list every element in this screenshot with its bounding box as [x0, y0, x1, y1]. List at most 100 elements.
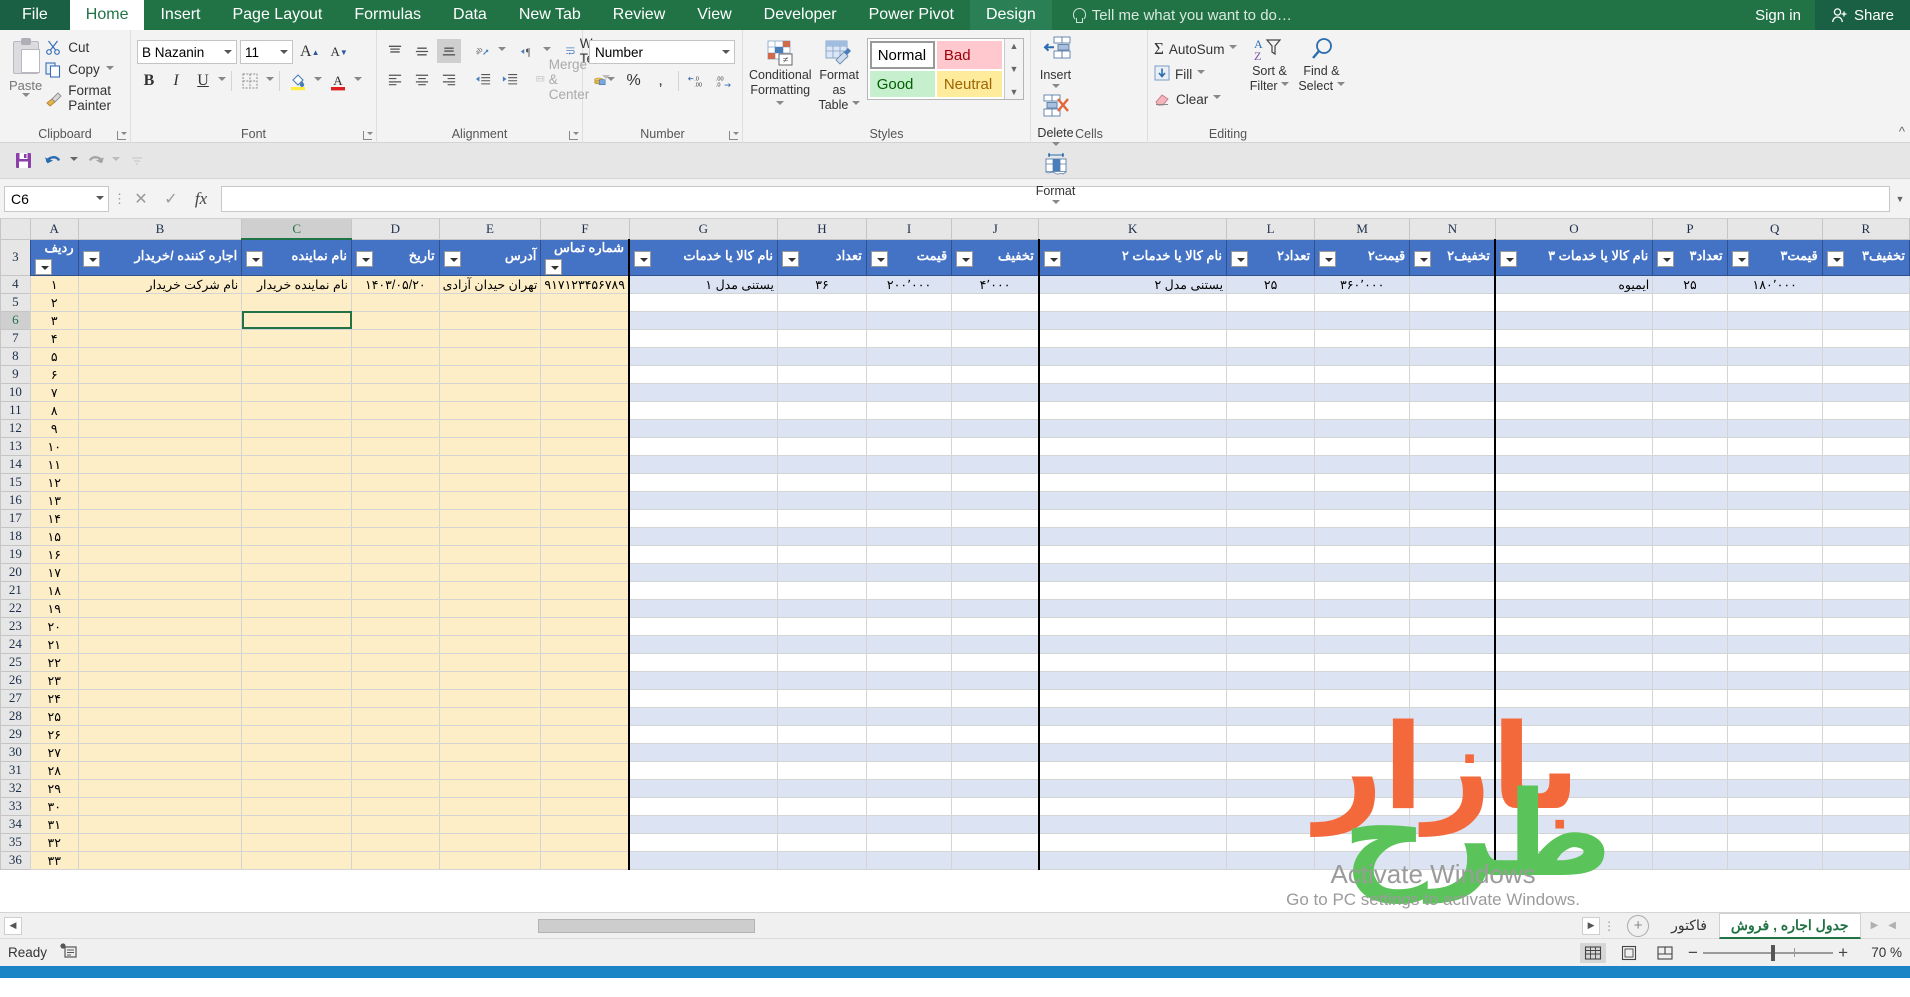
grid-cell-n19[interactable]: [1409, 544, 1496, 564]
table-row[interactable]: ۲۸ 31: [0, 760, 1910, 780]
text-direction-dropdown-icon[interactable]: [543, 47, 551, 55]
cell-style-normal[interactable]: Normal: [869, 41, 935, 69]
grid-cell-d15[interactable]: [351, 472, 440, 492]
column-header-g[interactable]: G: [628, 219, 779, 240]
grid-cell-n7[interactable]: [1409, 328, 1496, 348]
name-box[interactable]: C6: [4, 185, 109, 212]
grid-cell-m11[interactable]: [1314, 400, 1411, 420]
grid-cell-b36[interactable]: [77, 850, 243, 870]
grid-cell-e29[interactable]: [438, 724, 542, 744]
column-header-m[interactable]: M: [1314, 219, 1411, 240]
grid-cell-q24[interactable]: [1726, 634, 1823, 654]
grid-cell-i10[interactable]: [865, 382, 953, 402]
grid-cell-q28[interactable]: [1726, 706, 1823, 726]
grid-cell-q32[interactable]: [1726, 778, 1823, 798]
grid-cell-c17[interactable]: [241, 508, 353, 528]
grid-cell-p16[interactable]: [1652, 490, 1728, 510]
row-header-20[interactable]: 20: [0, 562, 31, 582]
grid-cell-o10[interactable]: [1494, 382, 1654, 402]
grid-cell-l25[interactable]: [1226, 652, 1316, 672]
grid-cell-l27[interactable]: [1226, 688, 1316, 708]
table-row[interactable]: ۱۱ 14: [0, 454, 1910, 474]
grid-cell-r36[interactable]: [1821, 850, 1910, 870]
grid-cell-r22[interactable]: [1821, 598, 1910, 618]
grid-cell-c19[interactable]: [241, 544, 353, 564]
grid-cell-p18[interactable]: [1652, 526, 1728, 546]
grid-cell-o19[interactable]: [1494, 544, 1654, 564]
grid-cell-r24[interactable]: [1821, 634, 1910, 654]
grid-cell-d13[interactable]: [351, 436, 440, 456]
filter-dropdown-icon[interactable]: [1657, 250, 1675, 267]
grid-cell-p31[interactable]: [1652, 760, 1728, 780]
grid-cell-h14[interactable]: [777, 454, 867, 474]
table-row[interactable]: ۱۸۰٬۰۰۰ ۲۵ ایمیوه ۳۶۰٬۰۰۰ ۲۵ یستنی مدل ۲ ۴٬۰۰۰…: [0, 274, 1910, 294]
grid-cell-f31[interactable]: [540, 760, 630, 780]
table-row[interactable]: ۱۸ 21: [0, 580, 1910, 600]
grid-cell-l21[interactable]: [1226, 580, 1316, 600]
grid-cell-o11[interactable]: [1494, 400, 1654, 420]
table-row[interactable]: ۲۲ 25: [0, 652, 1910, 672]
grid-cell-j4[interactable]: ۴٬۰۰۰: [951, 274, 1040, 294]
grid-cell-b17[interactable]: [77, 508, 243, 528]
grid-cell-f17[interactable]: [540, 508, 630, 528]
grid-cell-n29[interactable]: [1409, 724, 1496, 744]
grid-cell-l34[interactable]: [1226, 814, 1316, 834]
grid-cell-h19[interactable]: [777, 544, 867, 564]
grid-cell-k12[interactable]: [1037, 418, 1228, 438]
font-color-button[interactable]: A: [325, 69, 351, 93]
grid-cell-l12[interactable]: [1226, 418, 1316, 438]
table-header-cell-f[interactable]: شماره تماس: [540, 238, 630, 276]
grid-cell-g26[interactable]: [628, 670, 779, 690]
grid-cell-d18[interactable]: [351, 526, 440, 546]
grid-cell-j7[interactable]: [951, 328, 1040, 348]
grid-cell-c22[interactable]: [241, 598, 353, 618]
grid-cell-p36[interactable]: [1652, 850, 1728, 870]
grid-cell-f7[interactable]: [540, 328, 630, 348]
grid-cell-g20[interactable]: [628, 562, 779, 582]
grid-cell-m35[interactable]: [1314, 832, 1411, 852]
grid-cell-j34[interactable]: [951, 814, 1040, 834]
grid-cell-e10[interactable]: [438, 382, 542, 402]
grid-cell-n27[interactable]: [1409, 688, 1496, 708]
grid-cell-b5[interactable]: [77, 292, 243, 312]
row-header-32[interactable]: 32: [0, 778, 31, 798]
row-header-7[interactable]: 7: [0, 328, 31, 348]
grid-cell-d32[interactable]: [351, 778, 440, 798]
grid-cell-d34[interactable]: [351, 814, 440, 834]
grid-cell-n28[interactable]: [1409, 706, 1496, 726]
row-header-13[interactable]: 13: [0, 436, 31, 456]
underline-button[interactable]: U: [191, 69, 215, 93]
grid-cell-g13[interactable]: [628, 436, 779, 456]
grid-cell-g27[interactable]: [628, 688, 779, 708]
grid-cell-p25[interactable]: [1652, 652, 1728, 672]
orientation-button[interactable]: ab: [471, 39, 495, 63]
grid-cell-d6[interactable]: [351, 310, 440, 330]
grid-cell-r35[interactable]: [1821, 832, 1910, 852]
grid-cell-h24[interactable]: [777, 634, 867, 654]
grid-cell-j11[interactable]: [951, 400, 1040, 420]
table-header-cell-a[interactable]: ردیف: [29, 238, 79, 276]
grid-cell-o23[interactable]: [1494, 616, 1654, 636]
zoom-track[interactable]: [1702, 944, 1834, 961]
grid-cell-n21[interactable]: [1409, 580, 1496, 600]
table-row[interactable]: ۵8: [0, 346, 1910, 366]
grid-cell-b33[interactable]: [77, 796, 243, 816]
grid-cell-m12[interactable]: [1314, 418, 1411, 438]
grid-cell-q19[interactable]: [1726, 544, 1823, 564]
grid-cell-k33[interactable]: [1037, 796, 1228, 816]
grid-cell-b20[interactable]: [77, 562, 243, 582]
table-header-cell-i[interactable]: قیمت: [865, 238, 953, 276]
grid-cell-e34[interactable]: [438, 814, 542, 834]
grid-cell-a18[interactable]: ۱۵: [29, 526, 79, 546]
grid-cell-g16[interactable]: [628, 490, 779, 510]
grid-cell-a30[interactable]: ۲۷: [29, 742, 79, 762]
sign-in-button[interactable]: Sign in: [1741, 0, 1815, 30]
grid-cell-b9[interactable]: [77, 364, 243, 384]
font-name-input[interactable]: B Nazanin: [137, 40, 237, 64]
grid-cell-e8[interactable]: [438, 346, 542, 366]
grid-cell-e24[interactable]: [438, 634, 542, 654]
grid-cell-o13[interactable]: [1494, 436, 1654, 456]
grid-cell-c33[interactable]: [241, 796, 353, 816]
grid-cell-d9[interactable]: [351, 364, 440, 384]
grid-cell-q14[interactable]: [1726, 454, 1823, 474]
